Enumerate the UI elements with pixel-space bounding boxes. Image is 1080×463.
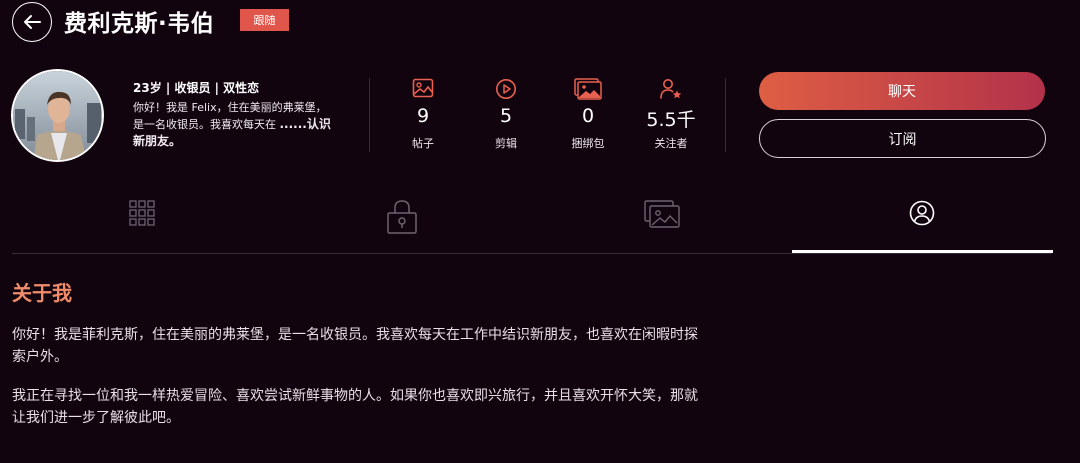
gallery-bundle-icon [574, 78, 602, 100]
profile-bio: 你好！我是 Felix，住在美丽的弗莱堡， 是一名收银员。我喜欢每天在 ....… [133, 100, 353, 150]
bio-bold-text: 新朋友。 [133, 134, 182, 148]
user-star-icon [660, 79, 682, 99]
divider [725, 78, 726, 152]
stat-label: 剪辑 [495, 137, 517, 150]
about-paragraph: 你好！我是菲利克斯，住在美丽的弗莱堡，是一名收银员。我喜欢每天在工作中结识新朋友… [12, 324, 772, 368]
tab-active-indicator [792, 250, 1053, 253]
play-circle-icon [496, 79, 516, 99]
stat-label: 帖子 [412, 137, 434, 150]
stat-value: 5 [499, 105, 513, 127]
arrow-left-icon [24, 15, 41, 29]
chat-button[interactable]: 聊天 [759, 72, 1045, 110]
profile-icon [909, 200, 935, 226]
about-line: 索户外。 [12, 349, 68, 365]
profile-headline: 23岁 | 收银员 | 双性恋 [133, 81, 260, 95]
tab-locked[interactable] [272, 190, 532, 253]
back-button[interactable] [12, 2, 52, 42]
divider [369, 78, 370, 152]
tab-posts-grid[interactable] [12, 190, 272, 253]
about-title: 关于我 [12, 281, 72, 305]
about-line: 让我们进一步了解彼此吧。 [12, 410, 180, 426]
follow-button[interactable]: 跟随 [240, 9, 289, 31]
stat-label: 关注者 [654, 137, 688, 150]
bio-text: 是一名收银员。我喜欢每天在 [133, 118, 280, 131]
grid-icon [129, 200, 155, 226]
avatar-image [13, 71, 102, 160]
bio-line: 你好！我是 Felix，住在美丽的弗莱堡， [133, 101, 327, 114]
lock-icon [387, 200, 417, 234]
stat-bundles[interactable]: 0 捆绑包 [548, 78, 628, 151]
stat-clips[interactable]: 5 剪辑 [466, 78, 546, 151]
tab-bundles[interactable] [532, 190, 792, 253]
about-line: 你好！我是菲利克斯，住在美丽的弗莱堡，是一名收银员。我喜欢每天在工作中结识新朋友… [12, 327, 698, 343]
bio-more-link[interactable]: ......认识 [280, 117, 331, 131]
stat-posts[interactable]: 9 帖子 [383, 78, 463, 151]
avatar[interactable] [11, 69, 104, 162]
image-icon [412, 78, 434, 98]
profile-page: 费利克斯·韦伯 跟随 23岁 | 收银员 | 双性恋 你好！我是 Felix，住… [0, 0, 1080, 463]
stat-value: 0 [581, 105, 595, 127]
about-line: 我正在寻找一位和我一样热爱冒险、喜欢尝试新鲜事物的人。如果你也喜欢即兴旅行，并且… [12, 388, 698, 404]
bio-line: 新朋友。 [133, 133, 353, 150]
stat-followers[interactable]: 5.5千 关注者 [631, 78, 711, 151]
stat-value: 9 [416, 105, 430, 127]
gallery-icon [644, 200, 680, 228]
stat-label: 捆绑包 [571, 137, 605, 150]
tab-divider [12, 253, 1052, 254]
stat-value: 5.5千 [646, 109, 696, 131]
subscribe-button[interactable]: 订阅 [759, 119, 1046, 158]
tab-about[interactable] [792, 190, 1052, 253]
page-title: 费利克斯·韦伯 [64, 11, 215, 37]
about-paragraph: 我正在寻找一位和我一样热爱冒险、喜欢尝试新鲜事物的人。如果你也喜欢即兴旅行，并且… [12, 385, 772, 429]
bio-line: 是一名收银员。我喜欢每天在 ......认识 [133, 116, 353, 133]
